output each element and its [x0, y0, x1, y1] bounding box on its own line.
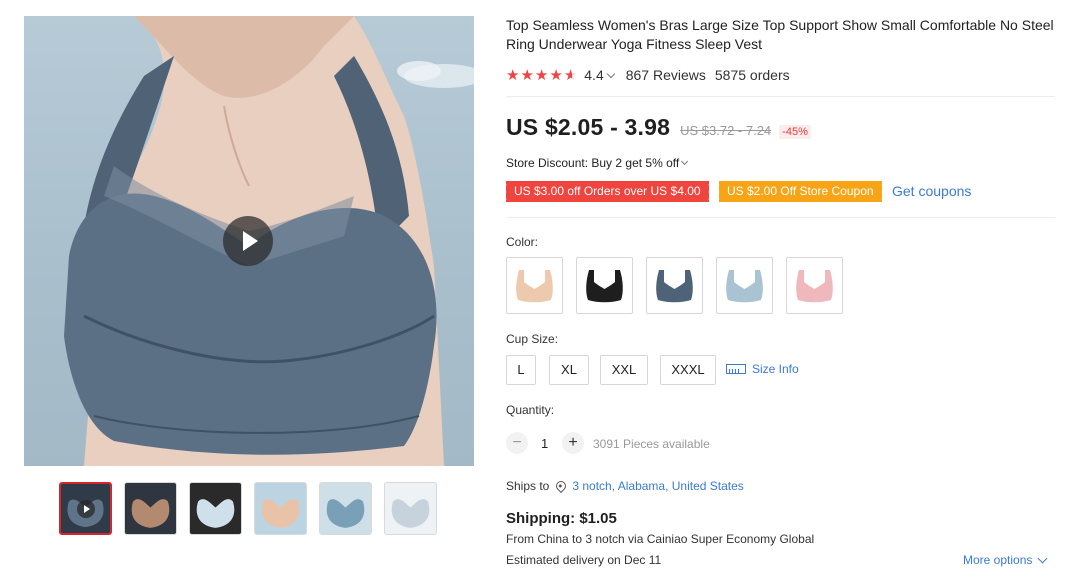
thumbnail-flatlay	[190, 483, 241, 534]
size-option-xxxl[interactable]: XXXL	[660, 355, 716, 385]
thumbnail-back-view	[125, 483, 176, 534]
thumbnail-detail	[320, 483, 371, 534]
chevron-down-icon	[681, 157, 689, 166]
orders-count: 5875 orders	[714, 67, 790, 83]
size-info-label: Size Info	[752, 362, 799, 376]
rating-row: ★ ★ ★ ★ ★ 4.4 867 Reviews 5875 orders	[506, 66, 790, 84]
play-video-button[interactable]	[223, 216, 273, 266]
thumbnail-fabric	[385, 483, 436, 534]
get-coupons-link[interactable]: Get coupons	[892, 183, 971, 199]
color-label: Color:	[506, 235, 539, 249]
store-discount-text: Store Discount: Buy 2 get 5% off	[506, 156, 680, 170]
thumbnail-1[interactable]	[59, 482, 112, 535]
color-option-light-blue[interactable]	[716, 257, 773, 314]
ships-to-row: Ships to 3 notch, Alabama, United States	[506, 478, 744, 494]
star-icon: ★	[534, 66, 549, 84]
star-icon: ★	[520, 66, 534, 84]
thumbnail-6[interactable]	[384, 482, 437, 535]
store-discount[interactable]: Store Discount: Buy 2 get 5% off	[506, 156, 689, 170]
quantity-decrease-button[interactable]: −	[506, 432, 528, 454]
shipping-route: From China to 3 notch via Cainiao Super …	[506, 532, 815, 546]
cup-size-label: Cup Size:	[506, 332, 559, 346]
color-option-black[interactable]	[576, 257, 633, 314]
estimated-delivery: Estimated delivery on Dec 11	[506, 553, 662, 567]
bra-swatch-icon	[656, 270, 693, 303]
size-info-link[interactable]: Size Info	[726, 362, 799, 376]
ships-to-label: Ships to	[506, 479, 550, 493]
more-options-label: More options	[963, 553, 1033, 567]
quantity-value[interactable]: 1	[541, 436, 548, 451]
product-title: Top Seamless Women's Bras Large Size Top…	[506, 17, 1054, 52]
discount-badge: -45%	[779, 125, 811, 139]
ship-destination-link[interactable]: 3 notch, Alabama, United States	[572, 479, 743, 493]
divider	[506, 217, 1055, 218]
bra-swatch-icon	[796, 270, 833, 303]
play-icon	[76, 499, 95, 518]
main-product-image[interactable]	[24, 16, 474, 466]
star-half-icon: ★	[563, 66, 578, 84]
coupon-store[interactable]: US $2.00 Off Store Coupon	[717, 181, 884, 202]
size-option-l[interactable]: L	[506, 355, 536, 385]
thumbnail-model	[255, 483, 306, 534]
bra-swatch-icon	[726, 270, 763, 303]
current-price: US $2.05 - 3.98	[506, 114, 671, 140]
chevron-down-icon	[1037, 553, 1048, 564]
quantity-increase-button[interactable]: +	[562, 432, 584, 454]
original-price: US $3.72 - 7.24	[680, 123, 772, 138]
star-icon: ★	[506, 66, 520, 84]
thumbnail-2[interactable]	[124, 482, 177, 535]
color-option-pink[interactable]	[786, 257, 843, 314]
size-option-xl[interactable]: XL	[549, 355, 589, 385]
reviews-link[interactable]: 867 Reviews	[626, 67, 706, 83]
location-pin-icon	[554, 478, 569, 494]
thumbnail-5[interactable]	[319, 482, 372, 535]
quantity-label: Quantity:	[506, 403, 555, 417]
coupon-orders-over[interactable]: US $3.00 off Orders over US $4.00	[504, 181, 711, 202]
bra-swatch-icon	[586, 270, 623, 303]
color-option-grey-blue[interactable]	[646, 257, 703, 314]
more-options-link[interactable]: More options	[963, 553, 1048, 567]
rating-value[interactable]: 4.4	[584, 67, 603, 83]
star-rating: ★ ★ ★ ★ ★	[506, 68, 578, 83]
star-icon: ★	[549, 66, 563, 84]
thumbnail-4[interactable]	[254, 482, 307, 535]
chevron-down-icon[interactable]	[606, 69, 615, 78]
pieces-available: 3091 Pieces available	[593, 437, 710, 451]
thumbnail-3[interactable]	[189, 482, 242, 535]
price-row: US $2.05 - 3.98 US $3.72 - 7.24 -45%	[506, 114, 811, 141]
shipping-cost: Shipping: $1.05	[506, 510, 617, 527]
divider	[506, 96, 1055, 97]
size-option-xxl[interactable]: XXL	[600, 355, 648, 385]
color-option-nude[interactable]	[506, 257, 563, 314]
ruler-icon	[726, 364, 746, 374]
bra-swatch-icon	[516, 270, 553, 303]
